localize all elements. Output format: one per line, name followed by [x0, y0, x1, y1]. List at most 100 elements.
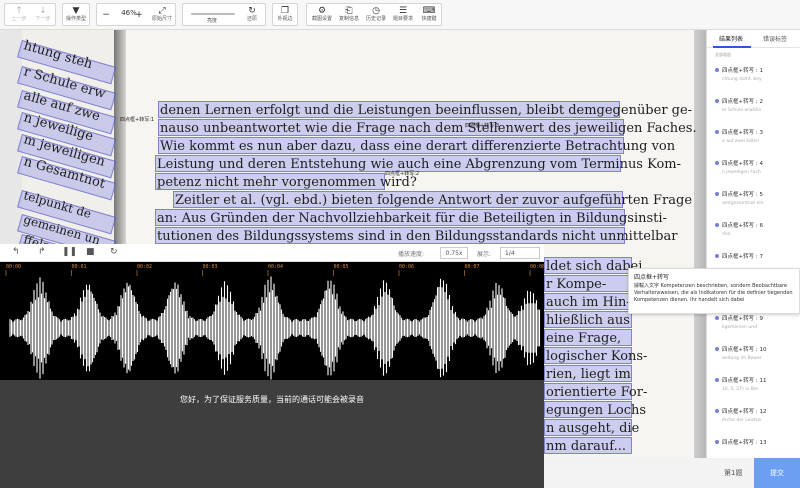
result-title: 四点框+转写 : 11 [722, 378, 767, 384]
document-text-line: egungen Lochs [546, 403, 647, 418]
speed-label: 播放速度: [398, 251, 425, 258]
document-icon: ☰ [398, 6, 408, 16]
stop-icon[interactable]: ■ [86, 247, 95, 257]
timeline-tick-label: 00:06 [399, 264, 414, 270]
result-title: 四点框+转写 : 7 [722, 254, 763, 260]
result-subtitle: e auf zwei teilen [722, 139, 759, 144]
audio-panel: ↰ ↱ ❚❚ ■ ↻ 播放速度: 0.75x 展示: 1/4 00:00 00:0… [0, 244, 545, 488]
page-gutter [114, 30, 126, 260]
skip-back-icon[interactable]: ↰ [12, 247, 20, 257]
result-item[interactable]: 四点框+转写 : 5 amtgesamtnot ein [707, 185, 800, 216]
zoom-in-button[interactable]: + [132, 4, 146, 25]
view-group: ❐ 外视边 [272, 3, 298, 26]
filter-group: ▼ 操作类型 [62, 3, 90, 26]
settings-icon: ⚙ [317, 6, 327, 16]
result-dot-icon [715, 223, 719, 227]
result-subtitle: er Schule erwähn [722, 108, 762, 113]
result-title: 四点框+转写 : 2 [722, 99, 763, 105]
fit-size-button[interactable]: ⤢ 原始尺寸 [149, 4, 175, 25]
show-select[interactable]: 1/4 [500, 247, 540, 259]
box-tag: 四点框+转写:1 [120, 117, 155, 123]
result-dot-icon [715, 68, 719, 72]
result-subtitle: chtung steht, bey [722, 77, 762, 82]
result-item[interactable]: 四点框+转写 : 11 10, S. 27) in Ber [707, 371, 800, 402]
waveform[interactable]: 00:00 00:01 00:02 00:03 00:04 00:05 00:06 00:07… [0, 262, 545, 380]
result-subtitle: n jeweiligen Fach [722, 170, 761, 175]
history-button[interactable]: ◷ 历史记录 [363, 4, 389, 25]
tools-group: ⚙ 截图设置 ⎗ 复制信息 ◷ 历史记录 ☰ 题目要求 ⌨ 快捷键 [306, 3, 442, 26]
timeline-tick-label: 00:02 [137, 264, 152, 270]
filter-icon: ▼ [72, 6, 80, 16]
history-group: ↑ 上一步 ↓ 下一步 [4, 3, 56, 26]
result-dot-icon [715, 409, 719, 413]
result-dot-icon [715, 440, 719, 444]
result-title: 四点框+转写 : 10 [722, 347, 767, 353]
shortcuts-button[interactable]: ⌨ 快捷键 [416, 4, 442, 25]
tab-results[interactable]: 结果列表 [719, 34, 743, 43]
show-label: 展示: [477, 251, 492, 258]
timeline-tick-label: 00:08 [530, 264, 544, 270]
clipboard-icon: ⎗ [345, 6, 353, 16]
result-dot-icon [715, 378, 719, 382]
outline-button[interactable]: ❐ 外视边 [273, 4, 297, 25]
brightness-slider[interactable]: 亮度 [191, 4, 235, 25]
document-text-line: tutionen des Bildungssystems sind in den… [157, 229, 678, 244]
reset-button[interactable]: ↻ 还原 [239, 4, 265, 25]
result-subtitle: den [722, 232, 731, 237]
tooltip-body: 據輸入文字 Kompetenzen beschrieben, sondern B… [634, 283, 793, 303]
document-text-line: nm darauf... [546, 439, 626, 454]
document-text-line: hließlich aus [546, 313, 630, 328]
result-item[interactable]: 四点框+转写 : 3 e auf zwei teilen [707, 123, 800, 154]
result-title: 四点框+转写 : 6 [722, 223, 763, 229]
collapse-all-link[interactable]: 全部收起 [715, 52, 731, 58]
pause-icon[interactable]: ❚❚ [62, 247, 77, 257]
screenshot-settings-button[interactable]: ⚙ 截图设置 [309, 4, 335, 25]
loop-icon[interactable]: ↻ [110, 247, 118, 257]
result-item[interactable]: 四点框+转写 : 12 Arche der Leistun [707, 402, 800, 433]
result-item[interactable]: 四点框+转写 : 10 andung im Bewer [707, 340, 800, 371]
timeline-tick-label: 00:04 [268, 264, 283, 270]
result-title: 四点框+转写 : 5 [722, 192, 763, 198]
waveform-path [9, 276, 541, 380]
result-subtitle: amtgesamtnot ein [722, 201, 764, 206]
arrow-down-icon: ↓ [39, 6, 47, 16]
result-subtitle: ligemeinen und [722, 325, 757, 330]
tab-errors[interactable]: 错误标签 [763, 34, 787, 43]
submit-button[interactable]: 提交 [754, 458, 800, 488]
result-tooltip: 四点框+转写 據輸入文字 Kompetenzen beschrieben, so… [628, 268, 800, 314]
result-title: 四点框+转写 : 9 [722, 316, 763, 322]
audio-controls: ↰ ↱ ❚❚ ■ ↻ 播放速度: 0.75x 展示: 1/4 [0, 244, 544, 262]
result-item[interactable]: 四点框+转写 : 2 er Schule erwähn [707, 92, 800, 123]
redo-button[interactable]: ↓ 下一步 [31, 4, 55, 25]
footer-bar: 第1题 提交 [544, 458, 800, 488]
document-text-line: n ausgeht, die [546, 421, 640, 436]
question-number: 第1题 [724, 469, 743, 477]
result-dot-icon [715, 130, 719, 134]
result-dot-icon [715, 161, 719, 165]
result-item[interactable]: 四点框+转写 : 1 chtung steht, bey [707, 61, 800, 92]
document-text-line: eine Frage, [546, 331, 622, 346]
speed-input[interactable]: 0.75x [440, 247, 468, 259]
result-item[interactable]: 四点框+转写 : 4 n jeweiligen Fach [707, 154, 800, 185]
document-text-line: nauso unbeantwortet wie die Frage nach d… [160, 121, 697, 136]
requirements-button[interactable]: ☰ 题目要求 [390, 4, 416, 25]
filter-button[interactable]: ▼ 操作类型 [63, 4, 89, 25]
result-item[interactable]: 四点框+转写 : 6 den [707, 216, 800, 247]
copy-info-button[interactable]: ⎗ 复制信息 [336, 4, 362, 25]
undo-button[interactable]: ↑ 上一步 [7, 4, 31, 25]
result-dot-icon [715, 254, 719, 258]
skip-forward-icon[interactable]: ↱ [38, 247, 46, 257]
document-text-line: denen Lernen erfolgt und die Leistungen … [160, 103, 693, 118]
arrow-up-icon: ↑ [15, 6, 23, 16]
active-tab-indicator [713, 46, 751, 48]
result-title: 四点框+转写 : 13 [722, 440, 767, 446]
document-text-line: petenz nicht mehr vorgenommen wird? [157, 175, 417, 190]
zoom-out-button[interactable]: − [99, 4, 113, 25]
page-edge [694, 30, 706, 458]
result-dot-icon [715, 347, 719, 351]
tooltip-title: 四点框+转写 [634, 274, 670, 281]
document-text-line: logischer Kons- [546, 349, 648, 364]
document-text-line: orientierte For- [546, 385, 648, 400]
document-text-line: auch im Hin- [546, 295, 631, 310]
slider-track [191, 13, 235, 15]
